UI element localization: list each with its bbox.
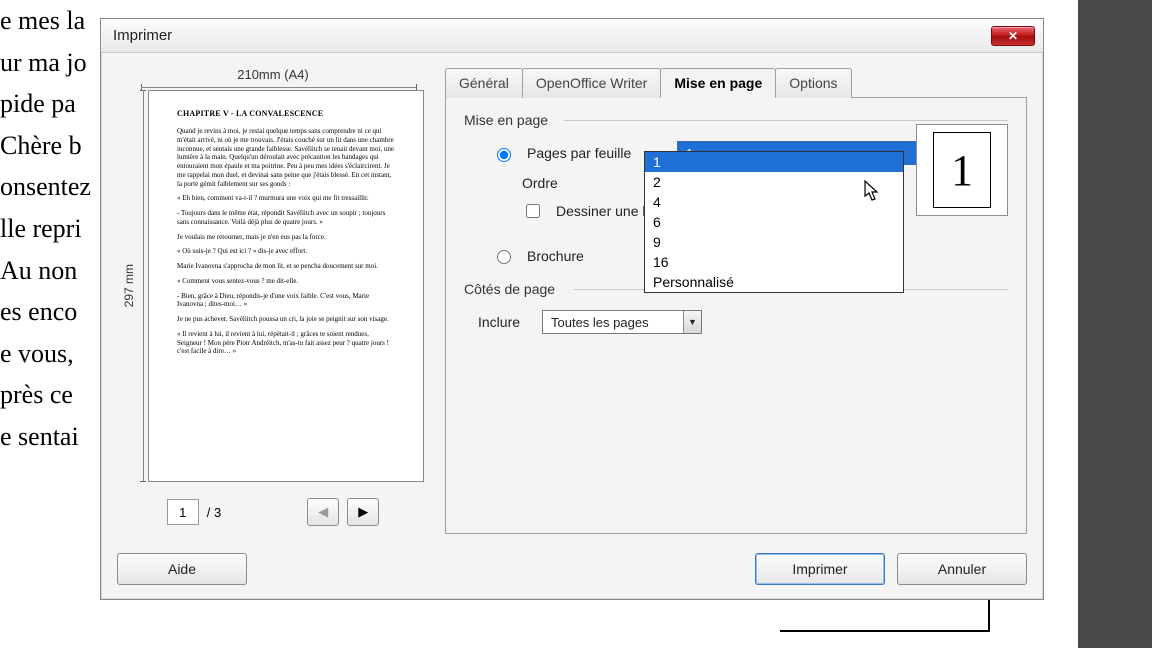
print-dialog: Imprimer ✕ 210mm (A4) 297 mm CHAPITRE V … <box>100 18 1044 600</box>
tab-openoffice-writer[interactable]: OpenOffice Writer <box>522 68 662 98</box>
preview-chapter-title: CHAPITRE V - LA CONVALESCENCE <box>177 109 395 119</box>
preview-ruler-horizontal <box>141 84 417 90</box>
tabs: Général OpenOffice Writer Mise en page O… <box>445 68 1027 98</box>
thumbnail-number: 1 <box>933 132 991 208</box>
page-total-label: / 3 <box>207 505 221 520</box>
help-button[interactable]: Aide <box>117 553 247 585</box>
print-button[interactable]: Imprimer <box>755 553 885 585</box>
dropdown-option[interactable]: 2 <box>645 172 903 192</box>
close-icon: ✕ <box>1008 29 1018 43</box>
dropdown-option[interactable]: 1 <box>645 152 903 172</box>
include-value: Toutes les pages <box>543 311 683 333</box>
letterbox-right <box>1078 0 1152 648</box>
tab-panel-layout: Mise en page Pages par feuille 1 ▼ Ordre <box>445 97 1027 534</box>
cancel-button[interactable]: Annuler <box>897 553 1027 585</box>
dropdown-option[interactable]: 6 <box>645 212 903 232</box>
triangle-left-icon: ◀ <box>318 504 328 520</box>
preview-height-label: 297 mm <box>122 264 136 307</box>
preview-ruler-vertical <box>140 90 146 482</box>
include-label: Inclure <box>478 314 532 330</box>
preview-pager: / 3 ◀ ▶ <box>167 498 379 526</box>
pages-per-sheet-thumbnail: 1 <box>916 124 1008 216</box>
chevron-down-icon[interactable]: ▼ <box>683 311 701 333</box>
tab-general[interactable]: Général <box>445 68 523 98</box>
page-number-input[interactable] <box>167 499 199 525</box>
radio-pages-per-sheet[interactable] <box>497 148 511 162</box>
dropdown-option[interactable]: 16 <box>645 252 903 272</box>
dropdown-option[interactable]: 4 <box>645 192 903 212</box>
dropdown-option[interactable]: 9 <box>645 232 903 252</box>
brochure-label: Brochure <box>527 248 584 264</box>
radio-brochure[interactable] <box>497 250 511 264</box>
close-button[interactable]: ✕ <box>991 26 1035 46</box>
prev-page-button[interactable]: ◀ <box>307 498 339 526</box>
dropdown-option[interactable]: Personnalisé <box>645 272 903 292</box>
dialog-button-bar: Aide Imprimer Annuler <box>101 542 1043 599</box>
pages-per-sheet-dropdown[interactable]: 1 2 4 6 9 16 Personnalisé <box>644 151 904 293</box>
include-combo[interactable]: Toutes les pages ▼ <box>542 310 702 334</box>
draw-border-checkbox[interactable] <box>526 204 540 218</box>
tab-mise-en-page[interactable]: Mise en page <box>660 68 776 98</box>
order-label: Ordre <box>522 175 641 191</box>
preview-width-label: 210mm (A4) <box>237 67 309 82</box>
print-preview-column: 210mm (A4) 297 mm CHAPITRE V - LA CONVAL… <box>117 67 429 534</box>
dialog-titlebar[interactable]: Imprimer ✕ <box>101 19 1043 53</box>
tab-options[interactable]: Options <box>775 68 851 98</box>
next-page-button[interactable]: ▶ <box>347 498 379 526</box>
triangle-right-icon: ▶ <box>358 504 368 520</box>
preview-page: CHAPITRE V - LA CONVALESCENCE Quand je r… <box>148 90 424 482</box>
dialog-title: Imprimer <box>113 27 172 44</box>
